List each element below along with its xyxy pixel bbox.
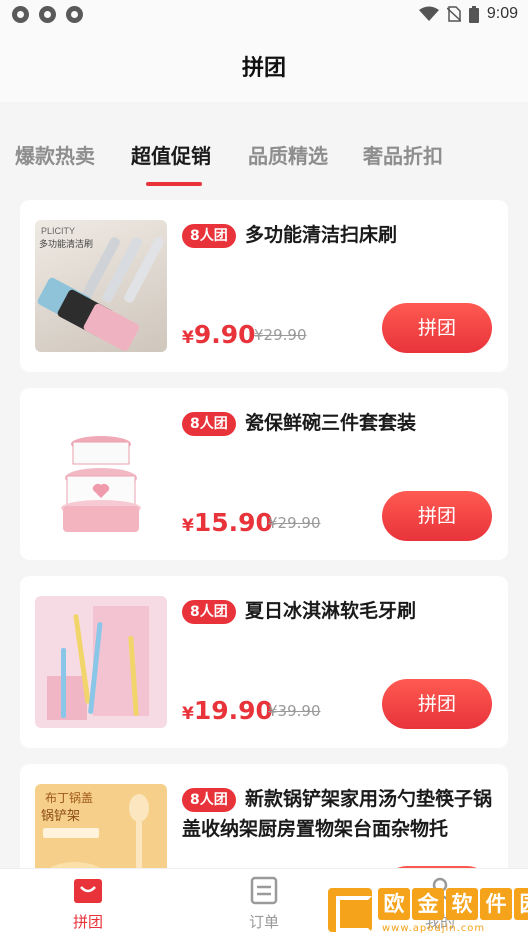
order-list-icon xyxy=(250,876,278,905)
product-card[interactable]: 8人团 夏日冰淇淋软毛牙刷 ¥19.90 ¥39.90 拼团 xyxy=(20,576,508,748)
svg-text:锅铲架: 锅铲架 xyxy=(41,808,80,824)
product-image: 布丁锅盖 锅铲架 xyxy=(35,784,167,868)
tab-value-promo[interactable]: 超值促销 xyxy=(131,140,211,169)
tabbar-item-group-buy[interactable]: 拼团 xyxy=(48,875,128,932)
svg-text:PLICITY: PLICITY xyxy=(41,226,75,236)
original-price: ¥39.90 xyxy=(268,702,321,720)
group-size-badge: 8人团 xyxy=(182,412,236,436)
notification-icons xyxy=(12,6,83,23)
header: 拼团 xyxy=(0,30,528,102)
product-title: 新款锅铲架家用汤勺垫筷子锅盖收纳架厨房置物架台面杂物托 xyxy=(182,788,493,840)
group-buy-button[interactable]: 拼团 xyxy=(382,679,492,729)
group-buy-button[interactable]: 拼团 xyxy=(382,491,492,541)
battery-icon xyxy=(468,5,479,23)
watermark-char: 金 xyxy=(412,888,444,920)
watermark-char: 件 xyxy=(480,888,512,920)
original-price: ¥29.90 xyxy=(268,514,321,532)
watermark-char: 园 xyxy=(514,888,528,920)
product-image: PLICITY 多功能清洁刷 xyxy=(35,220,167,352)
page-title: 拼团 xyxy=(241,56,286,81)
site-watermark: 欧 金 软 件 园 www.apodjin.com xyxy=(328,886,528,940)
product-card[interactable]: PLICITY 多功能清洁刷 8人团 多功能清洁扫床刷 ¥9.90 ¥29.90… xyxy=(20,200,508,372)
active-tab-indicator xyxy=(146,182,202,186)
product-card[interactable]: 8人团 瓷保鲜碗三件套套装 ¥15.90 ¥29.90 拼团 xyxy=(20,388,508,560)
status-bar: 9:09 xyxy=(0,0,528,30)
product-card[interactable]: 布丁锅盖 锅铲架 8人团 新款锅铲架家用汤勺垫筷子锅盖收纳架厨房置物架台面杂物托… xyxy=(20,764,508,868)
watermark-logo xyxy=(328,888,372,932)
notification-icon xyxy=(12,6,29,23)
product-image xyxy=(35,596,167,728)
svg-text:多功能清洁刷: 多功能清洁刷 xyxy=(39,238,93,250)
product-image xyxy=(35,408,167,540)
group-buy-button[interactable]: 拼团 xyxy=(382,303,492,353)
category-tabs: 爆款热卖 超值促销 品质精选 奢品折扣 xyxy=(0,130,528,190)
group-size-badge: 8人团 xyxy=(182,224,236,248)
status-time: 9:09 xyxy=(486,5,518,22)
no-sim-icon xyxy=(446,6,461,22)
tabbar-label: 订单 xyxy=(248,913,279,931)
product-price: ¥9.90 xyxy=(182,320,256,349)
group-size-badge: 8人团 xyxy=(182,600,236,624)
watermark-char: 软 xyxy=(446,888,478,920)
notification-icon xyxy=(66,6,83,23)
watermark-url: www.apodjin.com xyxy=(382,923,486,934)
tab-luxury-discount[interactable]: 奢品折扣 xyxy=(363,140,443,169)
product-title: 多功能清洁扫床刷 xyxy=(245,224,398,246)
tab-hot-sale[interactable]: 爆款热卖 xyxy=(15,140,95,169)
product-price: ¥19.90 xyxy=(182,696,273,725)
original-price: ¥29.90 xyxy=(254,326,307,344)
svg-text:布丁锅盖: 布丁锅盖 xyxy=(45,790,93,805)
tabbar-item-orders[interactable]: 订单 xyxy=(224,875,304,932)
notification-icon xyxy=(39,6,56,23)
wifi-icon xyxy=(418,6,439,21)
shopping-bag-icon xyxy=(74,879,102,903)
product-price: ¥15.90 xyxy=(182,508,273,537)
tab-quality-select[interactable]: 品质精选 xyxy=(248,140,328,169)
product-title: 瓷保鲜碗三件套套装 xyxy=(245,412,417,434)
watermark-char: 欧 xyxy=(378,888,410,920)
tabbar-label: 拼团 xyxy=(72,913,103,931)
product-title: 夏日冰淇淋软毛牙刷 xyxy=(245,600,417,622)
